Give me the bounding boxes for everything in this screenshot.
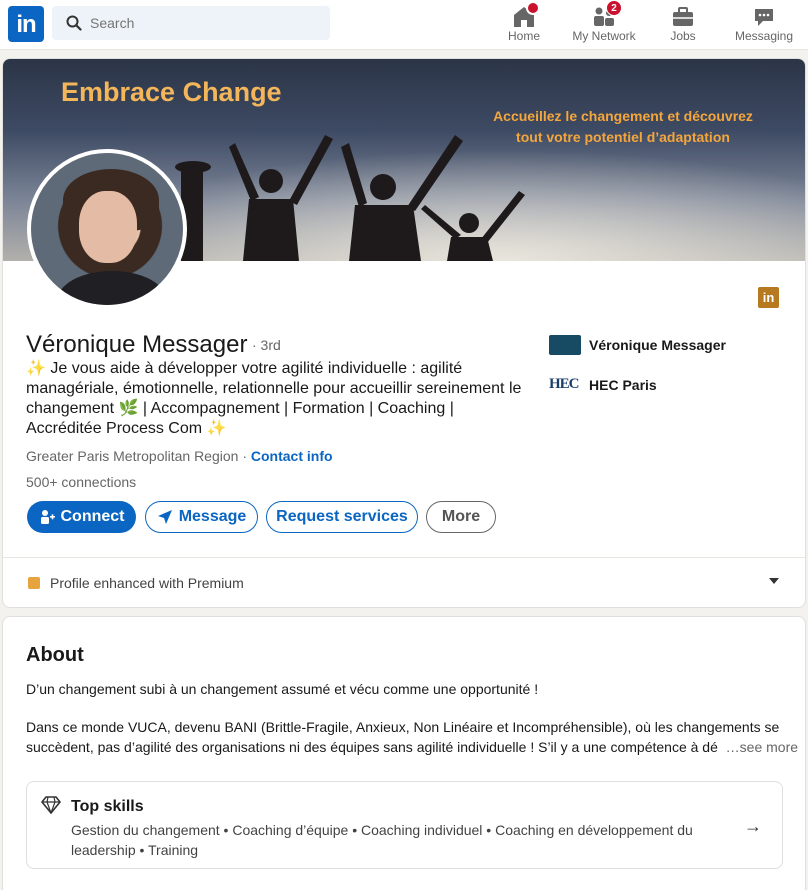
- current-company-name: Véronique Messager: [589, 337, 726, 353]
- about-line-3: succèdent, pas d’agilité des organisatio…: [26, 739, 798, 755]
- about-card: About D’un changement subi à un changeme…: [2, 616, 806, 890]
- connect-button[interactable]: Connect: [27, 501, 136, 533]
- hec-logo: HEC: [549, 376, 580, 392]
- about-line-2: Dans ce monde VUCA, devenu BANI (Brittle…: [26, 719, 780, 735]
- top-skills-list: Gestion du changement • Coaching d’équip…: [71, 822, 693, 858]
- profile-name: Véronique Messager: [26, 331, 248, 358]
- nav-jobs-label: Jobs: [670, 29, 696, 43]
- connections-count: 500+ connections: [26, 474, 137, 490]
- search-bar[interactable]: [52, 6, 330, 40]
- profile-avatar[interactable]: [27, 149, 187, 309]
- premium-icon: [28, 577, 40, 589]
- briefcase-icon: [673, 7, 693, 26]
- top-skills-box[interactable]: Top skills Gestion du changement • Coach…: [26, 781, 783, 869]
- connect-label: Connect: [60, 508, 125, 525]
- profile-location: Greater Paris Metropolitan Region · Cont…: [26, 448, 333, 464]
- banner-title: Embrace Change: [61, 77, 282, 107]
- linkedin-logo[interactable]: in: [8, 6, 44, 42]
- education[interactable]: HEC HEC Paris: [549, 375, 657, 395]
- profile-headline: ✨ Je vous aide à développer votre agilit…: [26, 360, 522, 437]
- more-button[interactable]: More: [426, 501, 496, 533]
- avatar-body: [57, 271, 167, 305]
- send-icon: [157, 510, 172, 524]
- top-skills-title: Top skills: [71, 798, 144, 815]
- premium-text: Profile enhanced with Premium: [50, 575, 244, 591]
- message-label: Message: [178, 508, 247, 525]
- location-separator: ·: [238, 448, 251, 464]
- nav-home[interactable]: Home: [496, 0, 552, 50]
- nav-home-label: Home: [507, 29, 540, 43]
- banner-subtitle-line2: tout votre potentiel d’adaptation: [516, 129, 730, 145]
- about-line-3-text: succèdent, pas d’agilité des organisatio…: [26, 739, 718, 755]
- search-icon: [66, 15, 82, 31]
- network-badge: 2: [606, 0, 622, 16]
- education-name: HEC Paris: [589, 377, 657, 393]
- about-title: About: [26, 644, 84, 666]
- arrow-right-icon[interactable]: →: [744, 816, 762, 837]
- see-more-link[interactable]: …see more: [726, 739, 798, 755]
- request-services-button[interactable]: Request services: [266, 501, 418, 533]
- nav-jobs[interactable]: Jobs: [660, 0, 706, 50]
- nav-messaging[interactable]: Messaging: [730, 0, 798, 50]
- connection-degree: · 3rd: [252, 337, 281, 353]
- banner-subtitle: Accueillez le changement et découvrez to…: [473, 106, 773, 148]
- nav-my-network[interactable]: 2 My Network: [566, 0, 642, 50]
- chevron-down-icon[interactable]: [769, 578, 779, 584]
- add-person-icon: [40, 510, 55, 524]
- messaging-icon: [755, 9, 773, 26]
- search-input[interactable]: [90, 6, 320, 40]
- linkedin-premium-badge: in: [758, 287, 779, 308]
- notification-dot: [526, 1, 540, 15]
- diamond-icon: [41, 796, 61, 814]
- current-company[interactable]: Véronique Messager: [549, 335, 726, 355]
- premium-bar[interactable]: Profile enhanced with Premium: [3, 557, 805, 607]
- profile-card: Embrace Change Accueillez le changement …: [2, 58, 806, 608]
- contact-info-link[interactable]: Contact info: [251, 448, 333, 464]
- avatar-face: [79, 191, 137, 263]
- location-text: Greater Paris Metropolitan Region: [26, 448, 239, 464]
- nav-messaging-label: Messaging: [734, 29, 794, 43]
- banner-subtitle-line1: Accueillez le changement et découvrez: [493, 108, 753, 124]
- about-line-1: D’un changement subi à un changement ass…: [26, 681, 539, 697]
- company-logo: [549, 335, 581, 355]
- nav-my-network-label: My Network: [572, 29, 636, 43]
- top-nav: in Home 2 My Network Jobs: [0, 0, 808, 50]
- message-button[interactable]: Message: [145, 501, 258, 533]
